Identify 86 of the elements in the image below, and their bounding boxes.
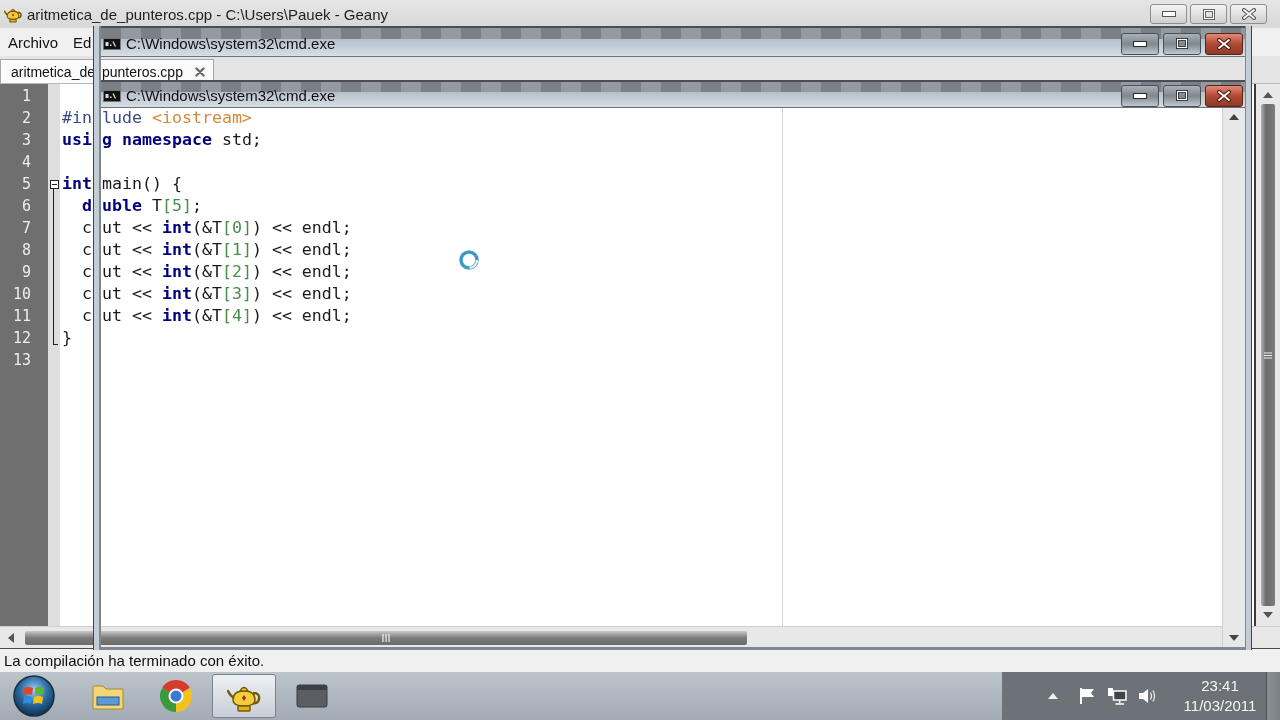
minimize-icon (1161, 11, 1176, 17)
line-number: 10 (12, 285, 31, 303)
close-icon (1217, 89, 1231, 102)
color-wheel-icon (159, 679, 193, 713)
close-button[interactable] (1230, 4, 1267, 24)
minimize-button[interactable] (1121, 84, 1159, 107)
code-text: } (62, 327, 72, 349)
status-message: La compilación ha terminado con éxito. (4, 652, 265, 669)
close-icon[interactable] (194, 66, 205, 77)
minimize-button[interactable] (1121, 32, 1159, 55)
console-icon (103, 37, 121, 50)
code-text: lude <iostream> (102, 107, 252, 129)
code-text: g namespace std; (102, 129, 262, 151)
scrollbar[interactable] (1222, 108, 1245, 647)
line-number: 4 (21, 153, 31, 171)
scrollbar[interactable] (0, 626, 1280, 648)
minimize-icon (1133, 92, 1147, 99)
grip-icon (1264, 351, 1272, 359)
taskbar-button[interactable] (212, 674, 276, 718)
close-button[interactable] (1205, 32, 1243, 55)
up-arrow-icon[interactable] (1263, 92, 1273, 98)
clock-date: 11/03/2011 (1183, 696, 1257, 716)
line-number: 5 (21, 175, 31, 193)
busy-cursor-icon (459, 250, 479, 270)
code-text: ut << int(&T[0]) << endl; (102, 217, 352, 239)
menu-item[interactable]: Archivo (7, 33, 60, 51)
line-number: 12 (12, 329, 31, 347)
code-text: ut << int(&T[4]) << endl; (102, 305, 352, 327)
close-icon (1241, 8, 1256, 20)
show-desktop-button[interactable] (1266, 672, 1280, 720)
network-icon[interactable] (1107, 687, 1127, 705)
grip-icon (382, 633, 390, 642)
code-text: main() { (102, 173, 182, 195)
line-number: 8 (21, 241, 31, 259)
window-title: aritmetica_de_punteros.cpp - C:\Users\Pauek - Geany (27, 5, 388, 23)
window-title: C:\Windows\system32\cmd.exe (126, 35, 336, 52)
speaker-icon[interactable] (1138, 688, 1156, 704)
maximize-button[interactable] (1190, 4, 1227, 24)
file-tab[interactable]: aritmetica_de punteros.cpp (0, 59, 214, 83)
maximize-icon (1202, 8, 1215, 20)
code-text: c (82, 305, 92, 327)
line-number: 13 (12, 351, 31, 369)
code-text: uble T[5]; (102, 195, 202, 217)
caret-up-icon[interactable] (1048, 693, 1058, 699)
line-number: 1 (21, 87, 31, 105)
down-arrow-icon[interactable] (1263, 612, 1273, 618)
left-arrow-icon[interactable] (8, 632, 14, 643)
maximize-icon (1176, 38, 1188, 49)
scroll-thumb[interactable] (25, 630, 747, 645)
up-arrow-icon[interactable] (1229, 114, 1239, 120)
window-icon (296, 684, 328, 708)
orb-icon (13, 675, 55, 717)
close-icon (1217, 37, 1231, 50)
code-text: usi (62, 129, 92, 151)
minus-box-icon[interactable] (49, 179, 59, 189)
scrollbar[interactable] (1256, 84, 1280, 626)
clock-time: 23:41 (1201, 676, 1239, 696)
scroll-thumb[interactable] (1261, 104, 1275, 606)
console-icon (103, 89, 121, 102)
code-text: c (82, 283, 92, 305)
line-number: 3 (21, 131, 31, 149)
code-text: c (82, 239, 92, 261)
menu-item[interactable]: Ed (72, 33, 93, 51)
down-arrow-icon[interactable] (1229, 635, 1239, 641)
close-button[interactable] (1205, 84, 1243, 107)
line-number: 2 (21, 109, 31, 127)
flag-icon[interactable] (1078, 687, 1096, 705)
code-text: ut << int(&T[3]) << endl; (102, 283, 352, 305)
line-number: 6 (21, 197, 31, 215)
code-text: #in (62, 107, 92, 129)
line-number: 7 (21, 219, 31, 237)
code-text: ut << int(&T[1]) << endl; (102, 239, 352, 261)
line-number: 11 (12, 307, 31, 325)
minimize-button[interactable] (1150, 4, 1187, 24)
line-number: 9 (21, 263, 31, 281)
maximize-icon (1176, 90, 1188, 101)
minimize-icon (1133, 40, 1147, 47)
start-button[interactable] (13, 675, 55, 717)
maximize-button[interactable] (1163, 32, 1201, 55)
code-text: ut << int(&T[2]) << endl; (102, 261, 352, 283)
code-text: d (82, 195, 92, 217)
maximize-button[interactable] (1163, 84, 1201, 107)
window-title: C:\Windows\system32\cmd.exe (126, 87, 336, 104)
code-text: c (82, 217, 92, 239)
code-text: c (82, 261, 92, 283)
code-text: int (62, 173, 92, 195)
